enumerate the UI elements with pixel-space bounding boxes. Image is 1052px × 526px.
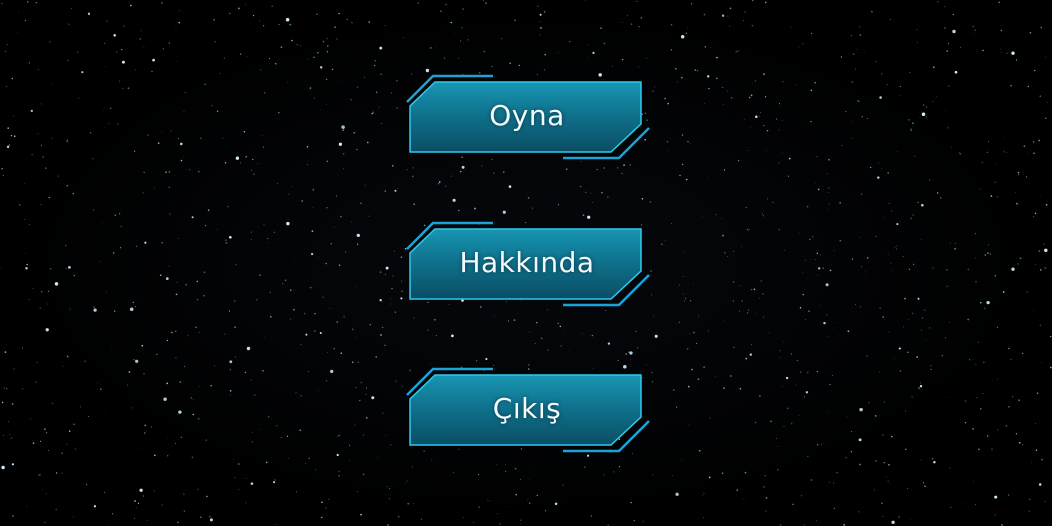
play-button[interactable]: Oyna bbox=[405, 72, 651, 160]
exit-label: Çıkış bbox=[492, 392, 562, 425]
about-label: Hakkında bbox=[459, 246, 595, 279]
main-menu: Oyna Hakkında Çıkış bbox=[0, 0, 1052, 526]
play-label: Oyna bbox=[489, 99, 565, 132]
about-button[interactable]: Hakkında bbox=[405, 219, 651, 307]
exit-button[interactable]: Çıkış bbox=[405, 365, 651, 453]
space-background: Oyna Hakkında Çıkış bbox=[0, 0, 1052, 526]
